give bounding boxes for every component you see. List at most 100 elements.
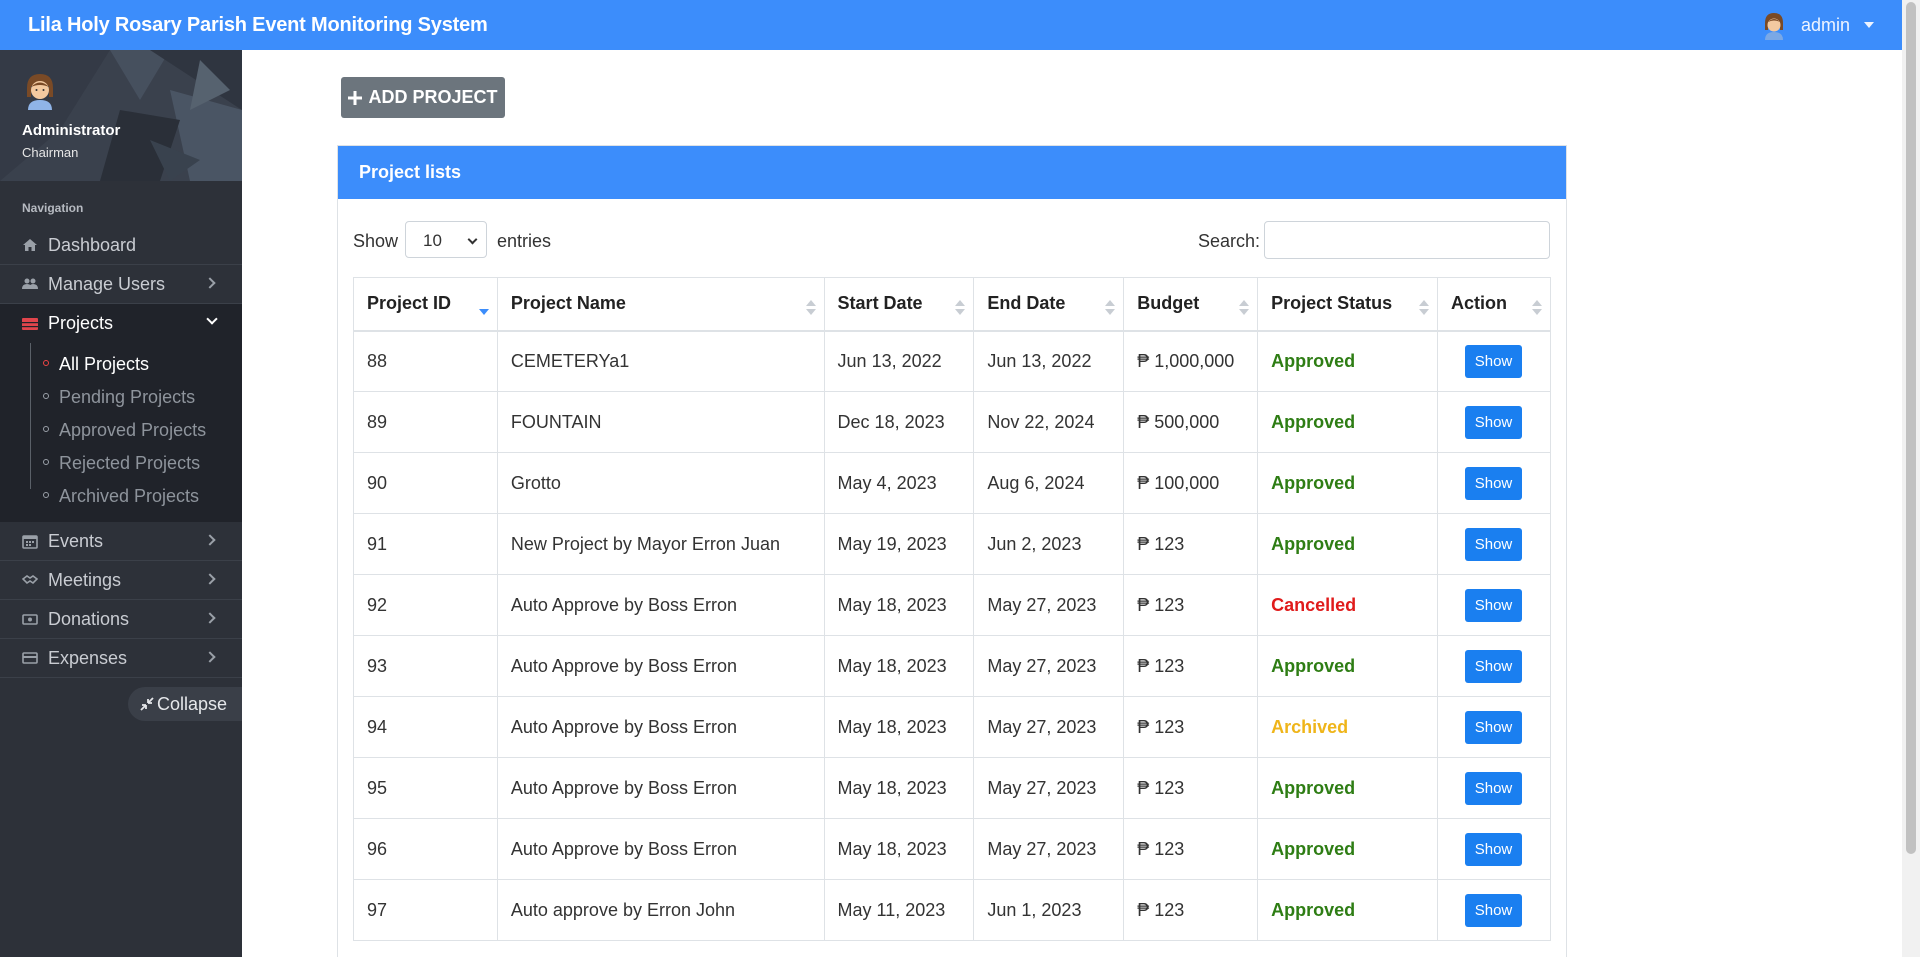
show-button[interactable]: Show — [1464, 344, 1522, 378]
column-label: Project ID — [367, 293, 452, 314]
chevron-right-icon — [204, 534, 216, 546]
cell-budget: ₱ 123 — [1123, 696, 1259, 758]
add-project-button[interactable]: ADD PROJECT — [341, 77, 505, 118]
table-row: 96 Auto Approve by Boss Erron May 18, 2023… — [353, 818, 1552, 880]
cell-start: May 18, 2023 — [823, 818, 975, 880]
submenu-item-archived-projects[interactable]: Archived Projects — [0, 480, 242, 513]
entries-value: 10 — [423, 231, 442, 250]
cell-budget: ₱ 123 — [1123, 513, 1259, 575]
sidebar-item-label: Expenses — [48, 647, 128, 668]
show-button[interactable]: Show — [1464, 405, 1522, 439]
column-header[interactable]: Budget — [1123, 277, 1259, 332]
show-button[interactable]: Show — [1464, 649, 1522, 683]
submenu-label: Rejected Projects — [59, 453, 201, 473]
submenu-label: All Projects — [59, 354, 150, 374]
submenu-item-approved-projects[interactable]: Approved Projects — [0, 414, 242, 447]
column-label: Budget — [1137, 293, 1200, 314]
submenu-label: Approved Projects — [59, 420, 207, 440]
submenu-item-pending-projects[interactable]: Pending Projects — [0, 381, 242, 414]
cell-status: Approved — [1257, 879, 1438, 941]
cell-start: Dec 18, 2023 — [823, 391, 975, 453]
app-title[interactable]: Lila Holy Rosary Parish Event Monitoring… — [28, 14, 488, 37]
cell-budget: ₱ 100,000 — [1123, 452, 1259, 514]
submenu-label: Archived Projects — [59, 486, 200, 506]
sidebar-item-dashboard[interactable]: Dashboard — [0, 226, 242, 265]
cell-action: Show — [1436, 513, 1552, 575]
submenu-item-rejected-projects[interactable]: Rejected Projects — [0, 447, 242, 480]
table-row: 90 Grotto May 4, 2023 Aug 6, 2024 ₱ 100,000 A… — [353, 452, 1552, 514]
cell-budget: ₱ 123 — [1123, 757, 1259, 819]
cell-action: Show — [1436, 391, 1552, 453]
vertical-scrollbar[interactable] — [1902, 0, 1920, 957]
calendar-icon — [22, 535, 38, 549]
bullet-icon — [43, 393, 49, 399]
entries-select[interactable]: 10 — [405, 221, 487, 258]
cell-start: May 18, 2023 — [823, 696, 975, 758]
cell-id: 97 — [353, 879, 498, 941]
sort-icon — [955, 300, 966, 316]
column-label: Start Date — [837, 293, 923, 314]
money-icon — [22, 614, 38, 625]
table-row: 88 CEMETERYa1 Jun 13, 2022 Jun 13, 2022 ₱ 1,… — [353, 330, 1552, 392]
cell-id: 91 — [353, 513, 498, 575]
sidebar-item-expenses[interactable]: Expenses — [0, 639, 242, 678]
column-header[interactable]: End Date — [973, 277, 1125, 332]
cell-action: Show — [1436, 818, 1552, 880]
cell-start: May 18, 2023 — [823, 574, 975, 636]
cell-status: Approved — [1257, 818, 1438, 880]
sidebar-item-meetings[interactable]: Meetings — [0, 561, 242, 600]
project-list-card: Project lists Show 10 entries Search: Pr… — [337, 145, 1567, 957]
card-icon — [22, 652, 38, 664]
show-button[interactable]: Show — [1464, 832, 1522, 866]
collapse-button[interactable]: Collapse — [128, 687, 242, 721]
show-button[interactable]: Show — [1464, 893, 1522, 927]
cell-name: Auto approve by Erron John — [496, 879, 825, 941]
show-button[interactable]: Show — [1464, 588, 1522, 622]
cell-name: Auto Approve by Boss Erron — [496, 696, 825, 758]
column-header[interactable]: Project ID — [353, 277, 498, 332]
card-title: Project lists — [338, 146, 1566, 199]
sidebar-item-manage-users[interactable]: Manage Users — [0, 265, 242, 304]
submenu-item-all-projects[interactable]: All Projects — [0, 348, 242, 381]
show-button[interactable]: Show — [1464, 710, 1522, 744]
projects-submenu: All Projects Pending Projects Approved P… — [0, 343, 242, 522]
sidebar-item-label: Projects — [48, 313, 114, 333]
cell-id: 92 — [353, 574, 498, 636]
cell-status: Approved — [1257, 757, 1438, 819]
sort-icon — [1532, 300, 1542, 316]
sidebar-item-projects[interactable]: Projects — [0, 304, 242, 343]
table-controls: Show 10 entries Search: — [338, 199, 1566, 277]
entries-label: entries — [497, 231, 552, 251]
users-icon — [22, 278, 38, 289]
cell-start: May 18, 2023 — [823, 757, 975, 819]
cell-name: CEMETERYa1 — [496, 330, 825, 392]
table-row: 94 Auto Approve by Boss Erron May 18, 2023… — [353, 696, 1552, 758]
cell-id: 90 — [353, 452, 498, 514]
cell-end: May 27, 2023 — [973, 696, 1125, 758]
cell-budget: ₱ 123 — [1123, 574, 1259, 636]
column-header[interactable]: Project Status — [1257, 277, 1438, 332]
cell-status: Approved — [1257, 330, 1438, 392]
show-button[interactable]: Show — [1464, 466, 1522, 500]
projects-table: Project ID Project Name Start Date End D… — [353, 277, 1552, 941]
show-button[interactable]: Show — [1464, 771, 1522, 805]
profile-name: Administrator — [22, 122, 121, 139]
scrollbar-thumb[interactable] — [1906, 2, 1916, 854]
sidebar: Administrator Chairman Navigation Dashbo… — [0, 50, 242, 957]
cell-start: May 19, 2023 — [823, 513, 975, 575]
column-header[interactable]: Start Date — [823, 277, 975, 332]
column-header[interactable]: Action — [1436, 277, 1552, 332]
search-input[interactable] — [1264, 221, 1550, 259]
show-button[interactable]: Show — [1464, 527, 1522, 561]
cell-start: May 18, 2023 — [823, 635, 975, 697]
chevron-down-icon — [467, 234, 478, 245]
sidebar-item-label: Events — [48, 530, 104, 551]
profile-panel: Administrator Chairman — [0, 50, 242, 181]
cell-id: 96 — [353, 818, 498, 880]
column-header[interactable]: Project Name — [496, 277, 825, 332]
sidebar-item-events[interactable]: Events — [0, 522, 242, 561]
sidebar-item-donations[interactable]: Donations — [0, 600, 242, 639]
cell-action: Show — [1436, 452, 1552, 514]
user-menu[interactable]: admin — [1758, 10, 1874, 40]
user-name: admin — [1800, 14, 1850, 35]
